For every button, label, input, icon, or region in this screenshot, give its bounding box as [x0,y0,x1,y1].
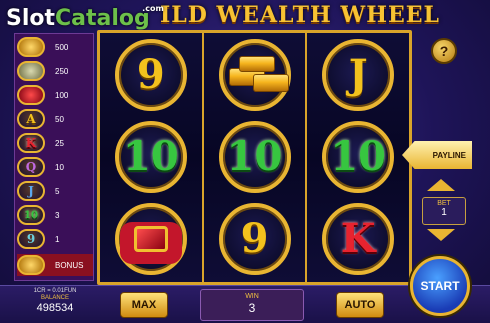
ace-icon: A [17,109,45,129]
nine-icon: 9 [17,229,45,249]
cash-stack-icon [17,61,45,81]
payline-label: PAYLINE [432,150,466,160]
paytable-row: BONUS [17,254,93,276]
bet-display: BET 1 [422,197,466,225]
ten-icon: 10 [17,205,45,225]
reel-symbol: K [322,203,395,275]
ten-symbol: 10 [226,133,283,180]
paytable-row: 10 3 [17,204,93,226]
reel-1: 9 10 [100,33,202,282]
gold-coins-icon [17,37,45,57]
payout-value: 250 [55,66,69,76]
win-label: WIN [245,293,259,300]
reel-symbol: 10 [218,121,291,193]
reel-symbol: 9 [218,203,291,275]
watermark-catalog: Catalog [55,6,150,31]
help-button[interactable]: ? [431,38,457,64]
win-display: WIN 3 [200,289,304,321]
paytable-row: K 25 [17,132,93,154]
reel-symbol [218,39,291,111]
ruby-ring-icon [17,85,45,105]
paytable-row: 9 1 [17,228,93,250]
paytable-row: J 5 [17,180,93,202]
reel-symbol: J [322,39,395,111]
payline-button[interactable]: PAYLINE [402,141,472,169]
ruby-ring-icon [133,226,168,252]
max-bet-button[interactable]: MAX [120,292,168,318]
watermark-logo: SlotCatalog .com [6,4,164,31]
watermark-suffix: .com [142,4,164,13]
jack-icon: J [17,181,45,201]
payout-value: 500 [55,42,69,52]
queen-icon: Q [17,157,45,177]
payout-value: 5 [55,186,60,196]
paytable-row: Q 10 [17,156,93,178]
payout-value: 1 [55,234,60,244]
payout-value: 10 [55,162,64,172]
reel-2: 10 9 [201,33,306,282]
bet-label: BET [437,200,451,207]
payout-value: 50 [55,114,64,124]
gold-bars-icon [223,50,289,100]
paytable-row: 250 [17,60,93,82]
reel-symbol: 9 [114,39,187,111]
nine-symbol: 9 [240,215,269,262]
currency-rate: 1CR = 0.01FUN [33,288,77,294]
king-symbol: K [340,215,376,262]
king-icon: K [17,133,45,153]
reel-symbol: 10 [114,121,187,193]
reel-symbol: 10 [322,121,395,193]
paytable-row: A 50 [17,108,93,130]
win-value: 3 [248,301,256,315]
payout-value: 100 [55,90,69,100]
bet-decrease-arrow-icon[interactable] [427,229,455,241]
payout-value: 3 [55,210,60,220]
bet-increase-arrow-icon[interactable] [427,179,455,191]
payout-value: 25 [55,138,64,148]
bonus-icon [17,255,45,275]
nine-symbol: 9 [136,51,165,98]
bet-value: 1 [441,207,447,218]
game-title: ILD WEALTH WHEEL [159,2,441,28]
jack-symbol: J [348,51,368,98]
watermark-slot: Slot [6,6,56,31]
balance-label: BALANCE [40,295,69,301]
ten-symbol: 10 [330,133,386,180]
balance-display: 1CR = 0.01FUN BALANCE 498534 [20,288,90,314]
reel-3: J 10 K [305,33,410,282]
reels-frame: 9 10 10 9 J 10 K [97,30,412,285]
paytable-row: 500 [17,36,93,58]
side-panel: ? PAYLINE BET 1 [402,33,474,263]
ten-symbol: 10 [122,133,179,180]
paytable-row: 100 [17,84,93,106]
reel-symbol [114,203,187,275]
payout-value: BONUS [55,260,84,270]
start-spin-button[interactable]: START [410,256,470,316]
balance-value: 498534 [36,302,74,314]
autoplay-button[interactable]: AUTO [336,292,384,318]
paytable: 500 250 100 A 50 K 25 Q 10 J 5 10 3 9 1 … [14,33,94,281]
